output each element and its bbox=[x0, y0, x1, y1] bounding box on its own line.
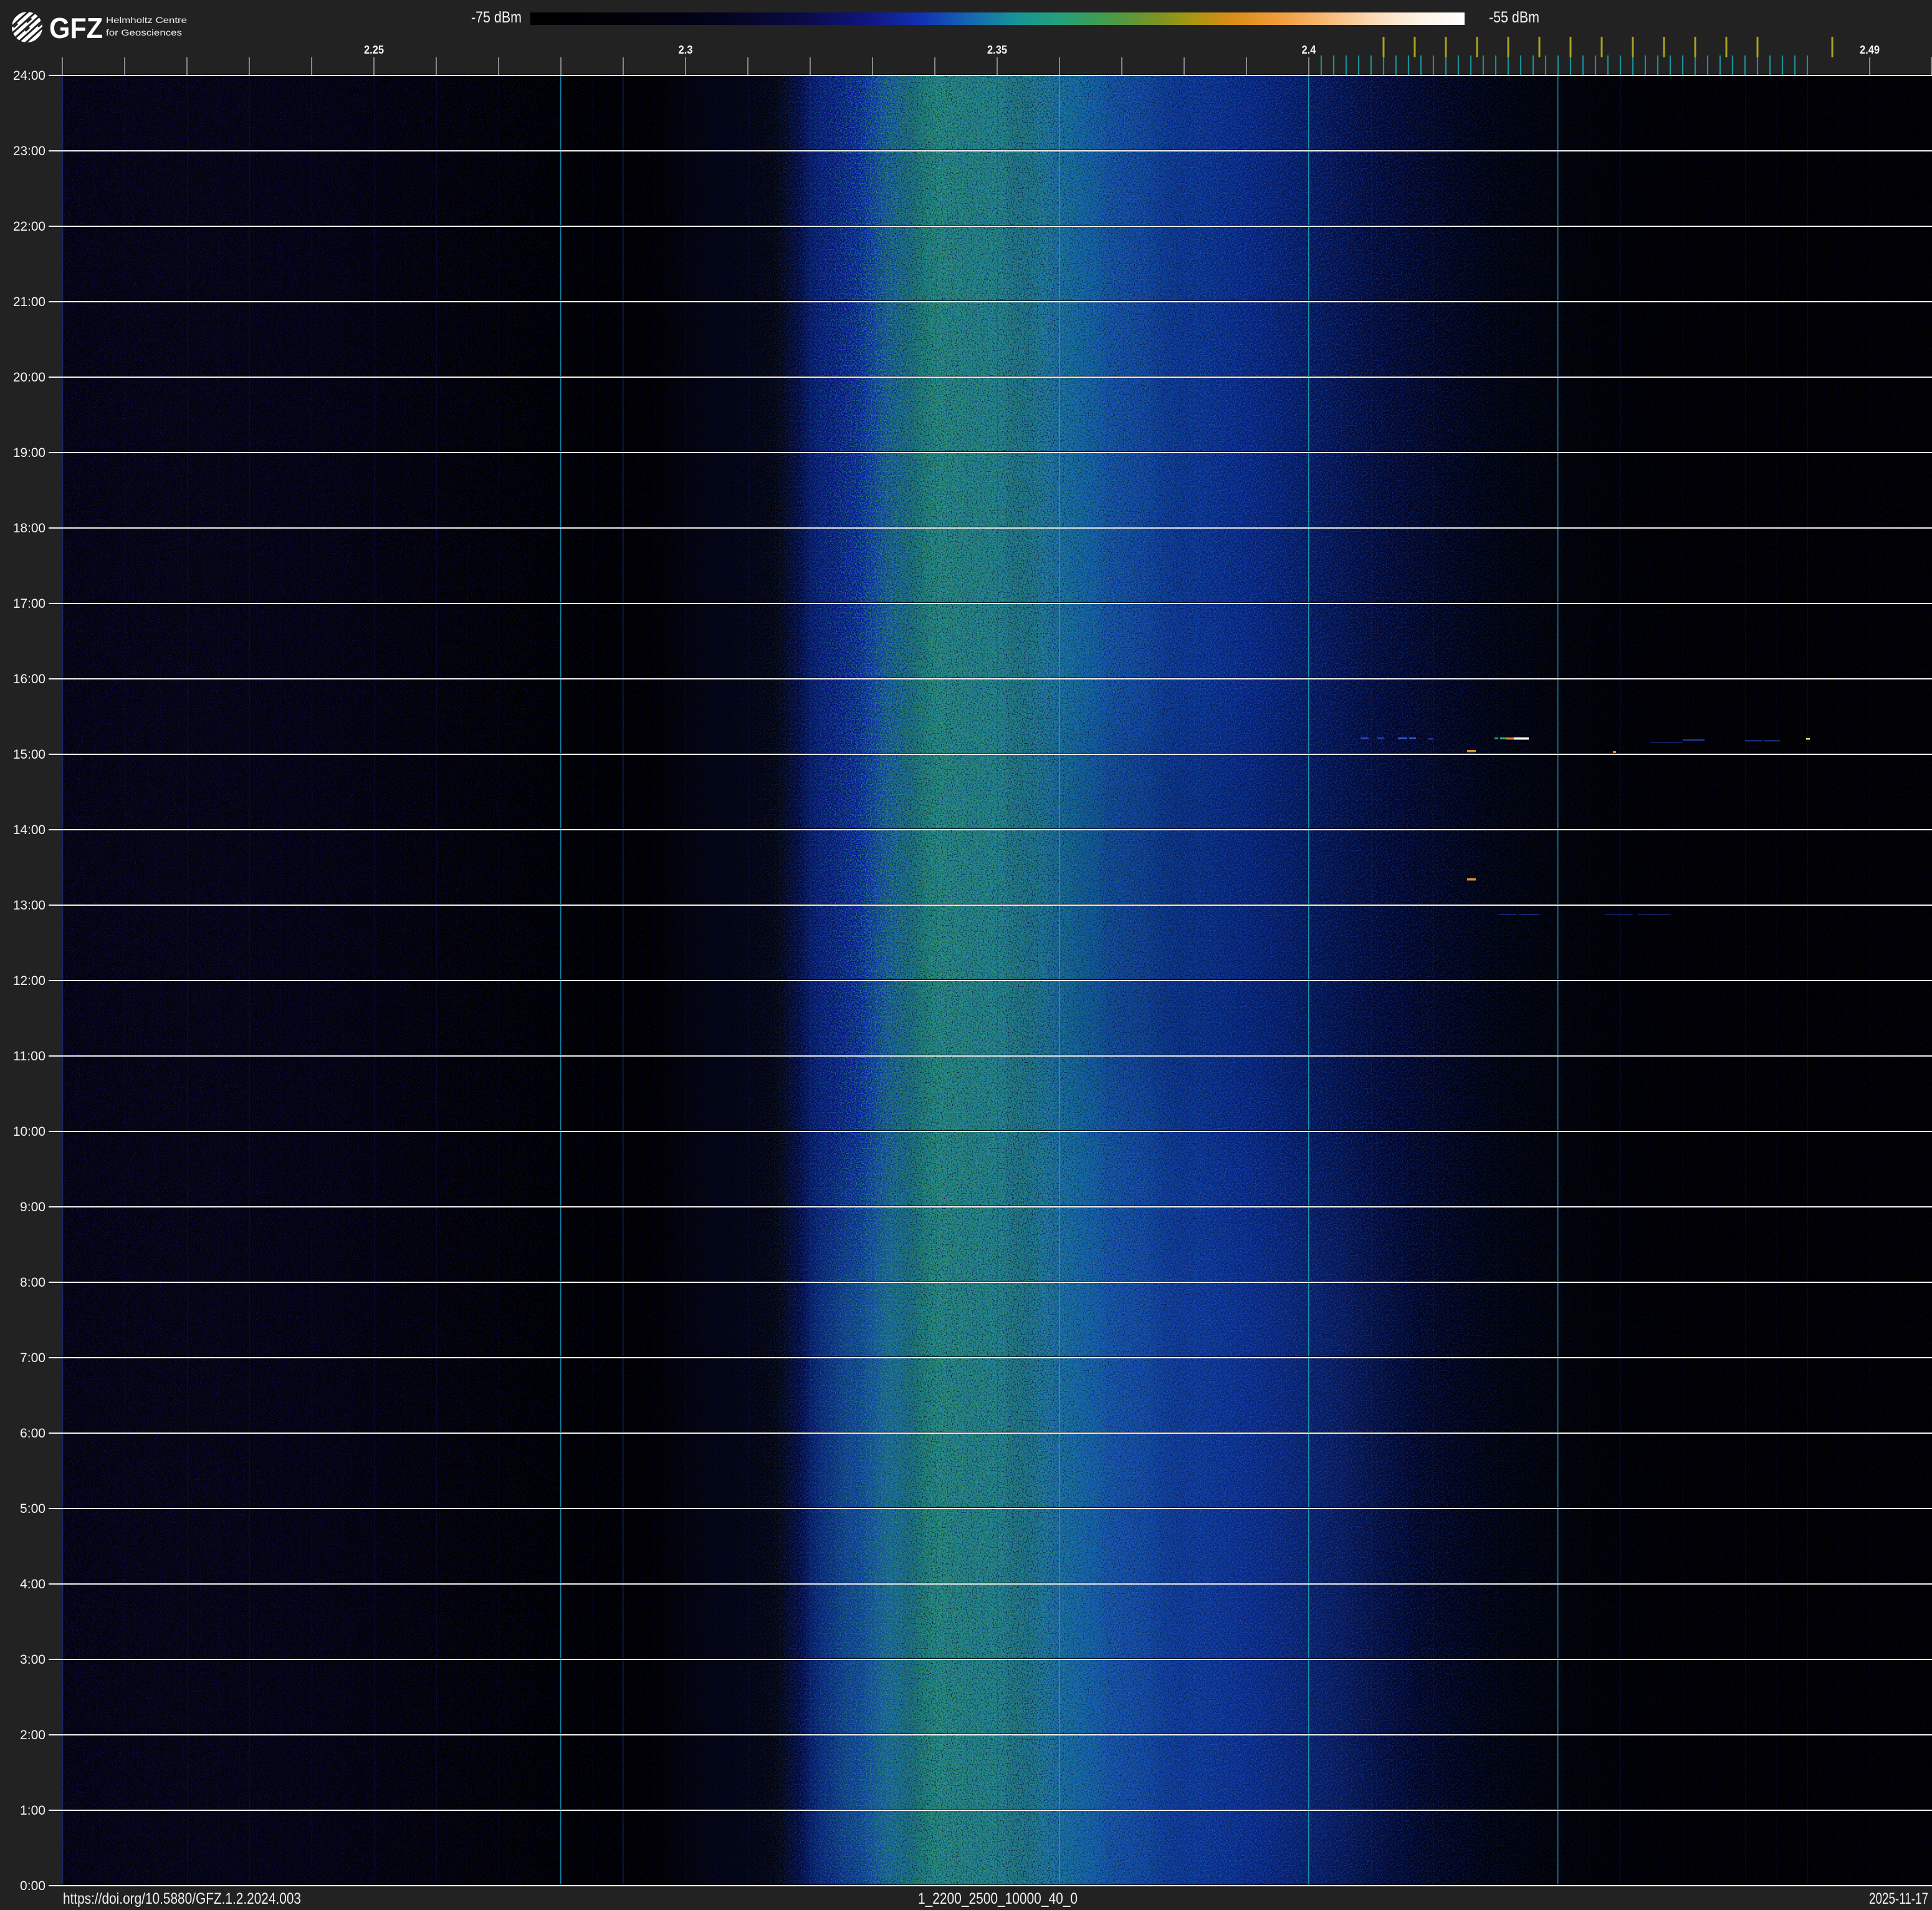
svg-text:11:00: 11:00 bbox=[13, 1049, 45, 1063]
svg-text:Helmholtz Centre: Helmholtz Centre bbox=[106, 15, 187, 25]
svg-text:19:00: 19:00 bbox=[13, 445, 45, 460]
svg-text:10:00: 10:00 bbox=[13, 1124, 45, 1139]
svg-text:0:00: 0:00 bbox=[20, 1878, 45, 1893]
svg-text:2:00: 2:00 bbox=[20, 1727, 45, 1742]
svg-text:2025-11-17: 2025-11-17 bbox=[1869, 1890, 1928, 1908]
svg-text:15:00: 15:00 bbox=[13, 747, 45, 762]
svg-text:https://doi.org/10.5880/GFZ.1.: https://doi.org/10.5880/GFZ.1.2.2024.003 bbox=[63, 1890, 301, 1908]
svg-text:5:00: 5:00 bbox=[20, 1501, 45, 1516]
svg-text:2.25: 2.25 bbox=[364, 43, 384, 56]
svg-text:3:00: 3:00 bbox=[20, 1652, 45, 1667]
svg-text:17:00: 17:00 bbox=[13, 596, 45, 611]
svg-text:6:00: 6:00 bbox=[20, 1426, 45, 1441]
svg-text:1:00: 1:00 bbox=[20, 1803, 45, 1818]
svg-text:2.35: 2.35 bbox=[987, 43, 1007, 56]
svg-text:2.4: 2.4 bbox=[1302, 43, 1317, 56]
svg-text:7:00: 7:00 bbox=[20, 1350, 45, 1365]
svg-text:8:00: 8:00 bbox=[20, 1275, 45, 1290]
svg-text:13:00: 13:00 bbox=[13, 898, 45, 913]
svg-text:18:00: 18:00 bbox=[13, 521, 45, 535]
svg-text:-75 dBm: -75 dBm bbox=[471, 9, 522, 26]
svg-text:14:00: 14:00 bbox=[13, 822, 45, 837]
svg-text:21:00: 21:00 bbox=[13, 294, 45, 309]
svg-text:24:00: 24:00 bbox=[13, 68, 45, 83]
svg-text:23:00: 23:00 bbox=[13, 143, 45, 158]
svg-text:GFZ: GFZ bbox=[49, 12, 103, 44]
svg-text:16:00: 16:00 bbox=[13, 671, 45, 686]
svg-text:20:00: 20:00 bbox=[13, 370, 45, 385]
svg-text:1_2200_2500_10000_40_0: 1_2200_2500_10000_40_0 bbox=[918, 1890, 1078, 1908]
svg-text:2.49: 2.49 bbox=[1860, 43, 1880, 56]
svg-text:for Geosciences: for Geosciences bbox=[106, 27, 182, 37]
svg-text:4:00: 4:00 bbox=[20, 1576, 45, 1591]
svg-text:12:00: 12:00 bbox=[13, 973, 45, 988]
svg-text:22:00: 22:00 bbox=[13, 219, 45, 234]
svg-text:2.3: 2.3 bbox=[679, 43, 693, 56]
svg-text:-55 dBm: -55 dBm bbox=[1489, 9, 1539, 26]
svg-text:9:00: 9:00 bbox=[20, 1199, 45, 1214]
